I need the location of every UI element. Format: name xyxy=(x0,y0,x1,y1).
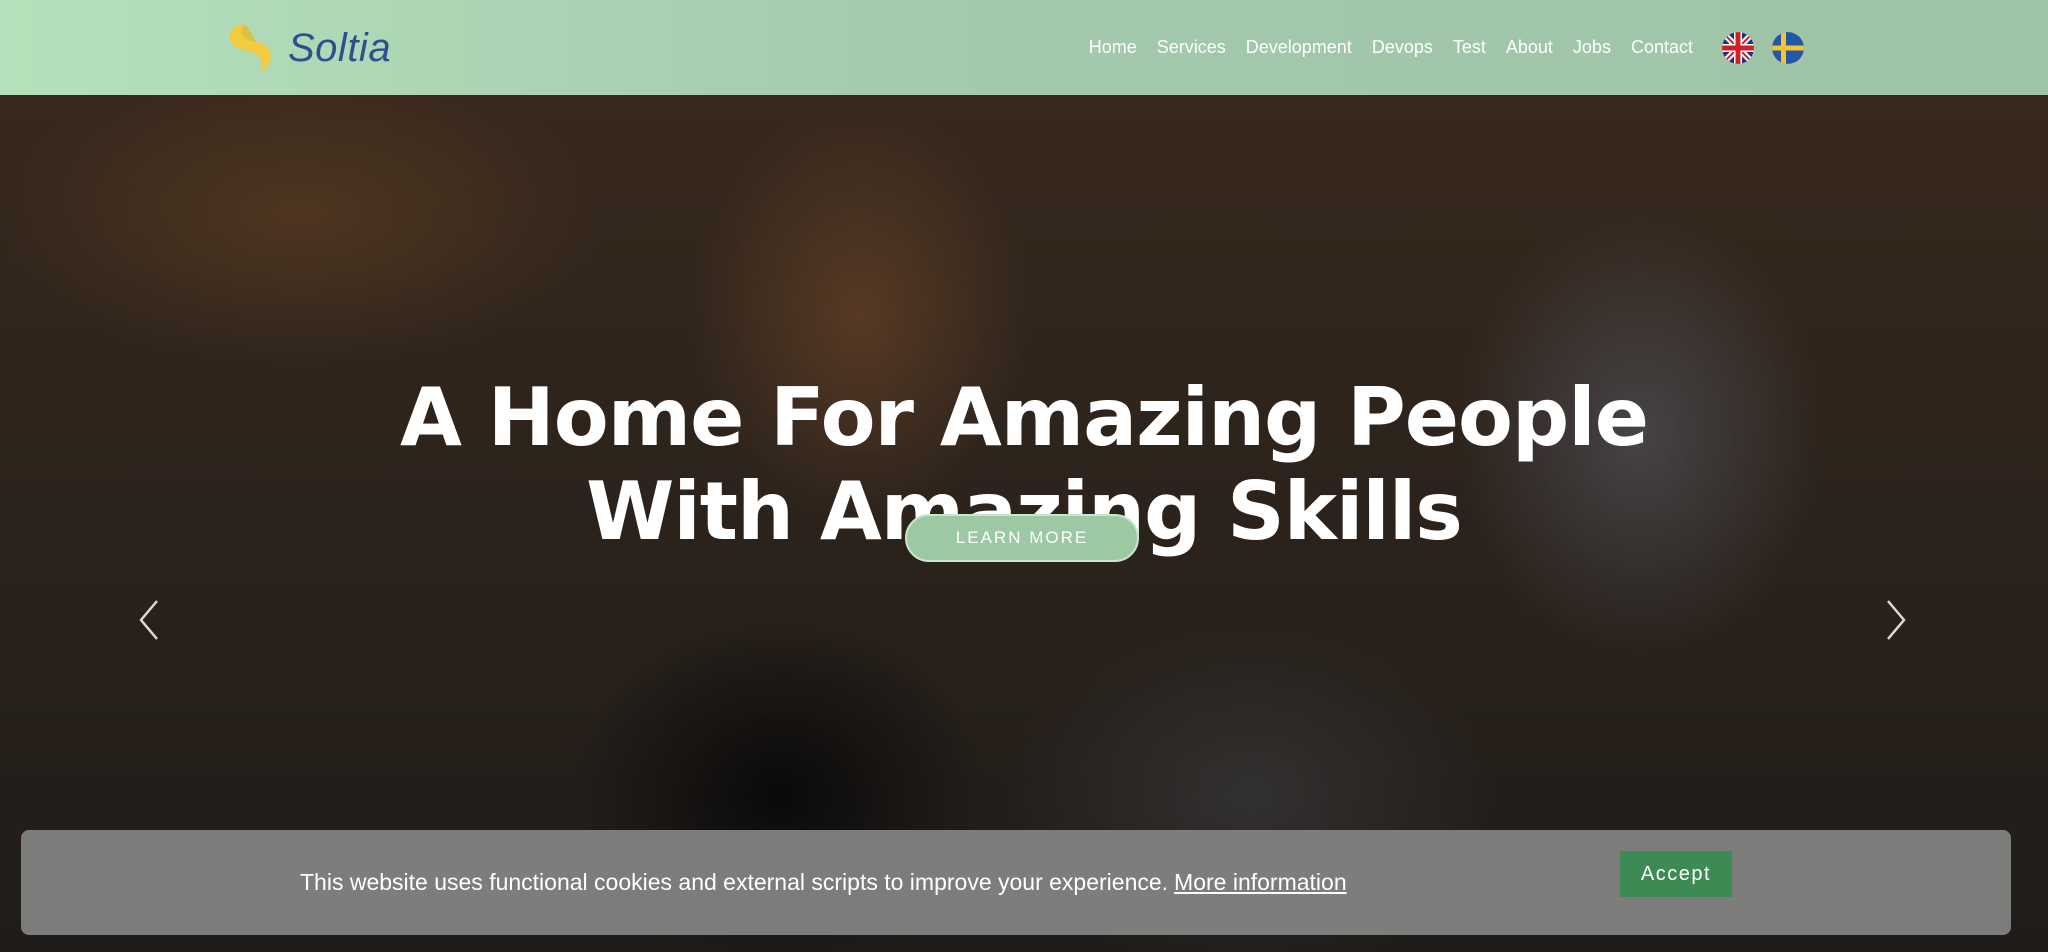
hero-carousel: A Home For Amazing People With Amazing S… xyxy=(0,95,2048,952)
soltia-swirl-icon xyxy=(229,24,271,72)
more-information-link[interactable]: More information xyxy=(1174,869,1347,896)
nav-item-about[interactable]: About xyxy=(1506,37,1553,58)
cookie-text: This website uses functional cookies and… xyxy=(300,869,1169,895)
nav-item-home[interactable]: Home xyxy=(1089,37,1137,58)
site-header: Soltia Home Services Development Devops … xyxy=(0,0,2048,95)
sweden-flag-icon[interactable] xyxy=(1772,31,1804,64)
nav-item-jobs[interactable]: Jobs xyxy=(1573,37,1611,58)
cookie-message: This website uses functional cookies and… xyxy=(300,830,1347,935)
nav-item-test[interactable]: Test xyxy=(1453,37,1486,58)
cookie-banner: This website uses functional cookies and… xyxy=(21,830,2011,935)
accept-cookies-button[interactable]: Accept xyxy=(1620,851,1732,897)
nav-item-development[interactable]: Development xyxy=(1246,37,1352,58)
learn-more-button[interactable]: LEARN MORE xyxy=(905,514,1139,562)
chevron-right-icon[interactable] xyxy=(1880,595,1910,645)
nav-item-devops[interactable]: Devops xyxy=(1372,37,1433,58)
uk-flag-icon[interactable] xyxy=(1722,31,1754,64)
logo[interactable]: Soltia xyxy=(222,20,391,76)
hero-title-line-1: A Home For Amazing People xyxy=(400,370,1649,464)
chevron-left-icon[interactable] xyxy=(135,595,165,645)
nav-item-contact[interactable]: Contact xyxy=(1631,37,1693,58)
nav-item-services[interactable]: Services xyxy=(1157,37,1226,58)
brand-name: Soltia xyxy=(288,25,392,70)
main-nav: Home Services Development Devops Test Ab… xyxy=(1079,0,2048,95)
